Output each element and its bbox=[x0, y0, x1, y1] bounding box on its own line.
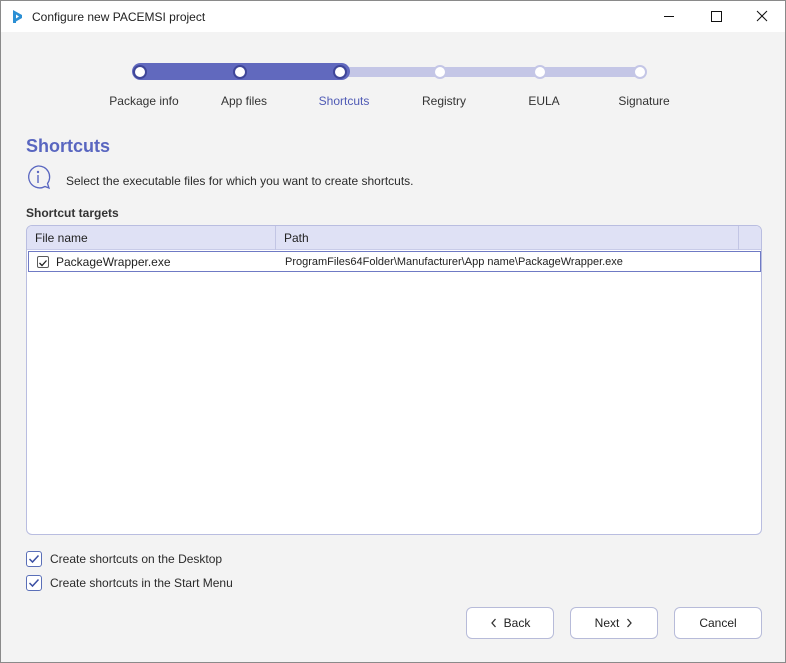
info-message: Select the executable files for which yo… bbox=[66, 174, 414, 188]
cancel-button[interactable]: Cancel bbox=[674, 607, 762, 639]
checkmark-icon bbox=[39, 260, 47, 267]
checkmark-icon bbox=[28, 554, 40, 564]
step-dot-app-files bbox=[233, 65, 247, 79]
row-path: ProgramFiles64Folder\Manufacturer\App na… bbox=[285, 256, 623, 268]
title-bar: Configure new PACEMSI project bbox=[1, 1, 785, 32]
step-dot-signature bbox=[633, 65, 647, 79]
shortcut-targets-label: Shortcut targets bbox=[26, 206, 119, 220]
maximize-button[interactable] bbox=[693, 1, 739, 32]
chevron-right-icon bbox=[627, 618, 633, 628]
configure-project-window: Configure new PACEMSI project Package in… bbox=[0, 0, 786, 663]
step-label-registry: Registry bbox=[421, 94, 466, 108]
column-header-path[interactable]: Path bbox=[276, 226, 739, 250]
minimize-button[interactable] bbox=[646, 1, 692, 32]
next-button-label: Next bbox=[594, 616, 620, 630]
step-label-eula: EULA bbox=[528, 94, 560, 108]
step-dot-registry bbox=[433, 65, 447, 79]
step-label-signature: Signature bbox=[618, 94, 670, 108]
chevron-left-icon bbox=[490, 618, 496, 628]
step-dot-shortcuts bbox=[333, 65, 347, 79]
checkmark-icon bbox=[28, 578, 40, 588]
start-menu-shortcut-checkbox[interactable] bbox=[26, 575, 42, 591]
back-button-label: Back bbox=[503, 616, 531, 630]
step-dot-package-info bbox=[133, 65, 147, 79]
step-label-shortcuts: Shortcuts bbox=[318, 94, 370, 108]
step-label-package-info: Package info bbox=[109, 94, 179, 108]
step-label-app-files: App files bbox=[220, 94, 268, 108]
table-row[interactable]: PackageWrapper.exe ProgramFiles64Folder\… bbox=[28, 251, 761, 272]
desktop-shortcut-checkbox[interactable] bbox=[26, 551, 42, 567]
window-title: Configure new PACEMSI project bbox=[32, 10, 206, 24]
cancel-button-label: Cancel bbox=[699, 616, 737, 630]
desktop-shortcut-label: Create shortcuts on the Desktop bbox=[50, 552, 223, 566]
next-button[interactable]: Next bbox=[570, 607, 658, 639]
step-dot-eula bbox=[533, 65, 547, 79]
minimize-icon bbox=[664, 16, 674, 17]
pacemsi-logo-icon bbox=[13, 10, 22, 23]
table-header: File name Path bbox=[27, 226, 761, 250]
column-header-file-name[interactable]: File name bbox=[27, 226, 276, 250]
close-icon bbox=[756, 10, 768, 22]
row-checkbox[interactable] bbox=[37, 256, 49, 268]
maximize-icon bbox=[711, 11, 722, 22]
shortcut-targets-table: File name Path PackageWrapper.exe Progra… bbox=[26, 225, 762, 535]
row-file-name: PackageWrapper.exe bbox=[56, 255, 171, 269]
info-icon bbox=[28, 165, 51, 190]
back-button[interactable]: Back bbox=[466, 607, 554, 639]
start-menu-shortcut-label: Create shortcuts in the Start Menu bbox=[50, 576, 233, 590]
page-title: Shortcuts bbox=[26, 136, 111, 156]
close-button[interactable] bbox=[739, 1, 785, 32]
